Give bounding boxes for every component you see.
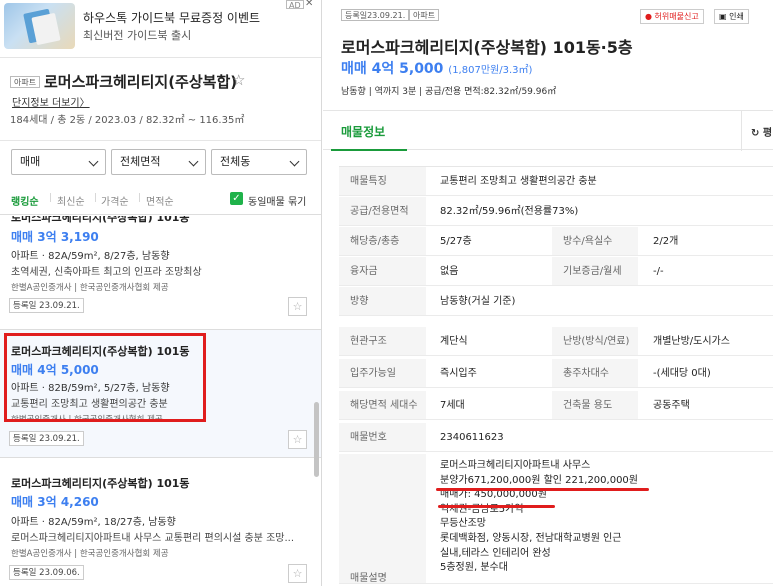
selected-listing-highlight: [4, 333, 206, 422]
row-value: 공동주택: [653, 400, 690, 411]
row-value: -/-: [653, 266, 664, 277]
ad-title[interactable]: 하우스톡 가이드북 무료증정 이벤트: [83, 9, 260, 26]
listing-date: 등록일 23.09.06.: [9, 565, 84, 580]
area-unit-toggle[interactable]: ↻ 평: [751, 124, 772, 139]
row-label: 해당면적 세대수: [339, 391, 426, 419]
table-row: 현관구조 계단식 난방(방식/연료) 개별난방/도시가스: [339, 327, 773, 356]
table-row: 매물특징 교통편리 조망최고 생활편의공간 충분: [339, 167, 773, 196]
siren-icon: ●: [645, 12, 652, 21]
row-label: 입주가능일: [339, 359, 426, 387]
registration-date-tag: 등록일23.09.21.: [341, 9, 410, 21]
listing-price: 매매 3억 4,260: [11, 495, 99, 509]
sort-price[interactable]: 가격순: [101, 193, 129, 208]
row-value: 교통편리 조망최고 생활편의공간 충분: [440, 176, 597, 187]
table-row: 방향 남동향(거실 기준): [339, 287, 773, 316]
same-listing-checkbox[interactable]: ✓: [230, 192, 243, 205]
listing-panel: 하우스톡 가이드북 무료증정 이벤트 최신버전 가이드북 출시 AD ✕ 아파트…: [0, 0, 322, 586]
row-label: 해당층/총층: [339, 227, 426, 255]
row-label: 난방(방식/연료): [552, 327, 638, 355]
row-label: 매물설명: [339, 454, 426, 584]
property-type-tag: 아파트: [409, 9, 440, 21]
table-row-description: 매물설명 로머스파크헤리티지아파트내 사무스 분양가671,200,000원 할…: [339, 454, 773, 584]
row-value: 2340611623: [440, 432, 504, 443]
deal-type-select[interactable]: 매매: [11, 149, 106, 175]
row-value: 계단식: [440, 336, 468, 347]
ad-banner[interactable]: 하우스톡 가이드북 무료증정 이벤트 최신버전 가이드북 출시 AD ✕: [0, 0, 321, 58]
detail-tabs: 매물정보 ↻ 평: [323, 110, 773, 151]
star-icon[interactable]: ☆: [288, 297, 307, 316]
table-row: 융자금 없음 기보증금/월세 -/-: [339, 257, 773, 286]
report-false-listing-button[interactable]: ● 허위매물신고: [640, 9, 704, 24]
chevron-down-icon: [289, 156, 300, 167]
row-value: 7세대: [440, 400, 465, 411]
annotation-underline: [436, 488, 649, 491]
listing-desc: 로머스파크헤리티지아파트내 사무스 교통편리 편의시설 충분 조망...: [11, 533, 295, 544]
row-label: 매물번호: [339, 423, 426, 451]
detail-price: 매매 4억 5,000 (1,807만원/3.3㎡): [341, 61, 533, 77]
annotation-underline: [438, 505, 555, 508]
row-value: -(세대당 0대): [653, 368, 711, 379]
tab-listing-info[interactable]: 매물정보: [341, 123, 385, 140]
ad-subtitle: 최신버전 가이드북 출시: [83, 29, 192, 42]
favorite-star-icon[interactable]: ☆: [232, 71, 245, 89]
table-row: 입주가능일 즉시입주 총주차대수 -(세대당 0대): [339, 359, 773, 388]
listing-spec: 아파트 · 82A/59m², 18/27층, 남동향: [11, 517, 176, 528]
sort-latest[interactable]: 최신순: [57, 193, 85, 208]
row-label: 기보증금/월세: [552, 257, 638, 285]
table-row: 매물번호 2340611623: [339, 423, 773, 452]
row-value: 2/2개: [653, 236, 679, 247]
table-row: 해당층/총층 5/27층 방수/욕실수 2/2개: [339, 227, 773, 256]
row-value: 없음: [440, 266, 459, 277]
ad-badge: AD: [286, 0, 304, 10]
star-icon[interactable]: ☆: [288, 430, 307, 449]
row-label: 방수/욕실수: [552, 227, 638, 255]
row-label: 공급/전용면적: [339, 197, 426, 225]
row-label: 융자금: [339, 257, 426, 285]
chevron-down-icon: [188, 156, 199, 167]
listing-description: 로머스파크헤리티지아파트내 사무스 분양가671,200,000원 할인 221…: [440, 460, 638, 574]
listing-agent: 한별A공인중개사 | 한국공인중개사협회 제공: [11, 549, 169, 559]
listing-spec: 아파트 · 82A/59m², 8/27층, 남동향: [11, 251, 170, 262]
listing-title: 로머스파크헤리티지(주상복합) 101동: [11, 211, 190, 224]
close-icon[interactable]: ✕: [305, 0, 313, 9]
star-icon[interactable]: ☆: [288, 564, 307, 583]
table-row: 공급/전용면적 82.32㎡/59.96㎡(전용률73%): [339, 197, 773, 226]
sort-area[interactable]: 면적순: [146, 193, 174, 208]
print-button[interactable]: ▣ 인쇄: [714, 9, 749, 24]
detail-summary: 남동향 | 역까지 3분 | 공급/전용 면적:82.32㎡/59.96㎡: [341, 87, 557, 97]
table-row: 해당면적 세대수 7세대 건축물 용도 공동주택: [339, 391, 773, 420]
sort-ranking[interactable]: 랭킹순: [11, 193, 39, 208]
complex-type-tag: 아파트: [10, 76, 41, 88]
complex-summary: 184세대 / 총 2동 / 2023.03 / 82.32㎡ ~ 116.35…: [10, 115, 245, 126]
listing-date: 등록일 23.09.21.: [9, 431, 84, 446]
ad-guidebook-image: [4, 3, 75, 49]
listing-desc: 초역세권, 신축아파트 최고의 인프라 조망최상: [11, 267, 202, 278]
price-per-area: (1,807만원/3.3㎡): [448, 65, 533, 76]
listing-info-table: 매물특징 교통편리 조망최고 생활편의공간 충분 공급/전용면적 82.32㎡/…: [339, 166, 773, 584]
printer-icon: ▣: [719, 12, 727, 21]
row-value: 즉시입주: [440, 368, 477, 379]
same-listing-label: 동일매물 묶기: [248, 197, 307, 208]
listing-price: 매매 3억 3,190: [11, 230, 99, 244]
row-label: 현관구조: [339, 327, 426, 355]
listing-title: 로머스파크헤리티지(주상복합) 101동: [11, 477, 190, 490]
row-label: 방향: [339, 287, 426, 315]
complex-name: 로머스파크헤리티지(주상복합): [44, 73, 238, 91]
area-select[interactable]: 전체면적: [111, 149, 206, 175]
row-value: 남동향(거실 기준): [440, 296, 516, 307]
row-label: 건축물 용도: [552, 391, 638, 419]
detail-panel: 등록일23.09.21. 아파트 ● 허위매물신고 ▣ 인쇄 로머스파크헤리티지…: [323, 0, 773, 586]
row-label: 매물특징: [339, 167, 426, 195]
row-label: 총주차대수: [552, 359, 638, 387]
listing-agent: 한별A공인중개사 | 한국공인중개사협회 제공: [11, 283, 169, 293]
row-value: 5/27층: [440, 236, 472, 247]
chevron-down-icon: [88, 156, 99, 167]
scrollbar[interactable]: [314, 402, 319, 477]
row-value: 82.32㎡/59.96㎡(전용률73%): [440, 206, 579, 217]
building-select[interactable]: 전체동: [211, 149, 307, 175]
row-value: 개별난방/도시가스: [653, 336, 730, 347]
detail-title: 로머스파크헤리티지(주상복합) 101동·5층: [341, 38, 633, 57]
complex-info-link[interactable]: 단지정보 더보기〉: [12, 94, 90, 109]
listing-date: 등록일 23.09.21.: [9, 298, 84, 313]
